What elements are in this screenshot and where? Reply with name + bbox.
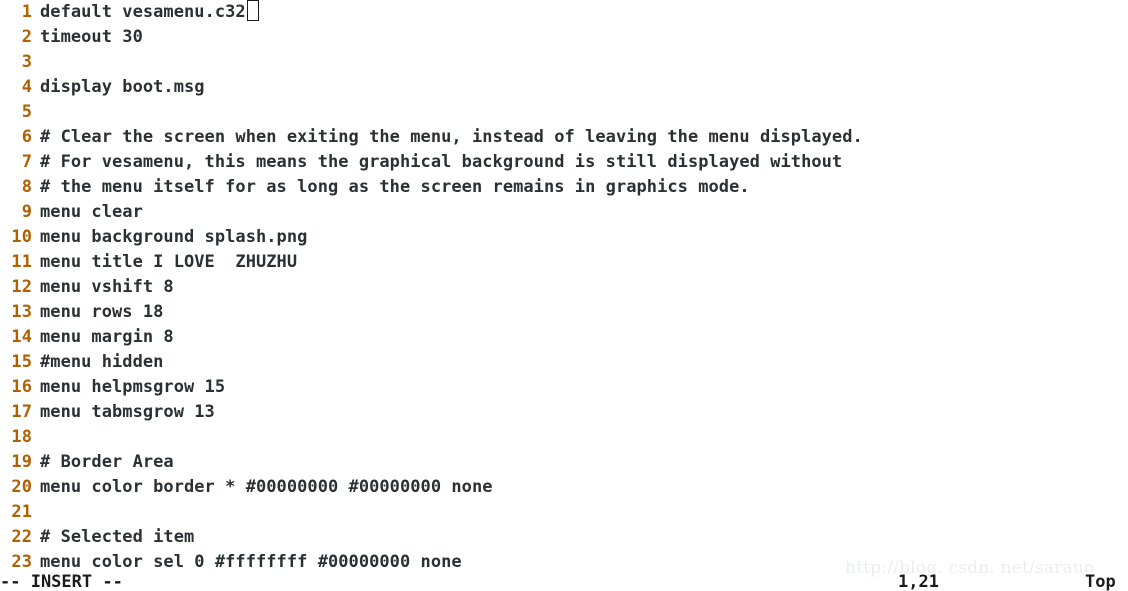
code-line[interactable]: 10 menu background splash.png [0, 225, 1128, 250]
line-number: 12 [11, 277, 32, 297]
code-line[interactable]: 9 menu clear [0, 200, 1128, 225]
line-number: 13 [11, 302, 32, 322]
code-line[interactable]: 7 # For vesamenu, this means the graphica… [0, 150, 1128, 175]
code-line[interactable]: 6 # Clear the screen when exiting the men… [0, 125, 1128, 150]
line-number: 4 [21, 77, 32, 97]
line-content[interactable]: # Clear the screen when exiting the menu… [40, 125, 863, 150]
code-text-area[interactable]: 1 default vesamenu.c32 2 timeout 30 3 4 displa… [0, 0, 1128, 575]
line-number: 2 [21, 27, 32, 47]
vim-status-line: -- INSERT -- 1,21 Top [0, 572, 1128, 591]
line-number: 6 [21, 127, 32, 147]
line-content[interactable]: menu background splash.png [40, 225, 307, 250]
code-line[interactable]: 16 menu helpmsgrow 15 [0, 375, 1128, 400]
code-line[interactable]: 15 #menu hidden [0, 350, 1128, 375]
status-cursor-position: 1,21 [898, 572, 939, 591]
code-line[interactable]: 11 menu title I LOVE ZHUZHU [0, 250, 1128, 275]
line-number: 19 [11, 452, 32, 472]
code-line[interactable]: 14 menu margin 8 [0, 325, 1128, 350]
line-content[interactable]: menu clear [40, 200, 143, 225]
line-content[interactable]: default vesamenu.c32 [40, 0, 246, 25]
vim-editor-window[interactable]: 1 default vesamenu.c32 2 timeout 30 3 4 displa… [0, 0, 1128, 591]
line-number: 9 [21, 202, 32, 222]
code-line[interactable]: 17 menu tabmsgrow 13 [0, 400, 1128, 425]
line-content[interactable]: menu margin 8 [40, 325, 174, 350]
line-content[interactable]: menu helpmsgrow 15 [40, 375, 225, 400]
line-content[interactable]: display boot.msg [40, 75, 205, 100]
code-line[interactable]: 20 menu color border * #00000000 #0000000… [0, 475, 1128, 500]
line-number: 17 [11, 402, 32, 422]
code-line[interactable]: 3 [0, 50, 1128, 75]
code-line[interactable]: 8 # the menu itself for as long as the sc… [0, 175, 1128, 200]
line-number: 3 [21, 52, 32, 72]
line-content[interactable]: menu color border * #00000000 #00000000 … [40, 475, 493, 500]
line-number: 1 [21, 2, 32, 22]
code-line[interactable]: 22 # Selected item [0, 525, 1128, 550]
line-content[interactable]: #menu hidden [40, 350, 163, 375]
line-number: 14 [11, 327, 32, 347]
line-content[interactable]: menu tabmsgrow 13 [40, 400, 215, 425]
line-number: 16 [11, 377, 32, 397]
status-scroll-indicator: Top [1085, 572, 1116, 591]
line-content[interactable]: # Selected item [40, 525, 194, 550]
line-content[interactable]: # Border Area [40, 450, 174, 475]
line-content[interactable]: # the menu itself for as long as the scr… [40, 175, 750, 200]
line-content[interactable]: # For vesamenu, this means the graphical… [40, 150, 842, 175]
line-number: 20 [11, 477, 32, 497]
line-content[interactable]: menu title I LOVE ZHUZHU [40, 250, 297, 275]
code-line[interactable]: 2 timeout 30 [0, 25, 1128, 50]
line-number: 10 [11, 227, 32, 247]
line-number: 22 [11, 527, 32, 547]
line-number: 7 [21, 152, 32, 172]
line-number: 21 [11, 502, 32, 522]
line-number: 8 [21, 177, 32, 197]
text-cursor [246, 0, 259, 21]
code-line[interactable]: 4 display boot.msg [0, 75, 1128, 100]
code-line[interactable]: 21 [0, 500, 1128, 525]
line-number: 18 [11, 427, 32, 447]
line-number: 5 [21, 102, 32, 122]
code-line[interactable]: 18 [0, 425, 1128, 450]
line-number: 11 [11, 252, 32, 272]
code-line[interactable]: 1 default vesamenu.c32 [0, 0, 1128, 25]
status-mode-indicator: -- INSERT -- [0, 572, 123, 591]
code-line[interactable]: 13 menu rows 18 [0, 300, 1128, 325]
line-content[interactable]: menu vshift 8 [40, 275, 174, 300]
code-line[interactable]: 12 menu vshift 8 [0, 275, 1128, 300]
line-content[interactable]: menu rows 18 [40, 300, 163, 325]
code-line[interactable]: 5 [0, 100, 1128, 125]
line-content[interactable]: timeout 30 [40, 25, 143, 50]
code-line[interactable]: 19 # Border Area [0, 450, 1128, 475]
line-number: 15 [11, 352, 32, 372]
